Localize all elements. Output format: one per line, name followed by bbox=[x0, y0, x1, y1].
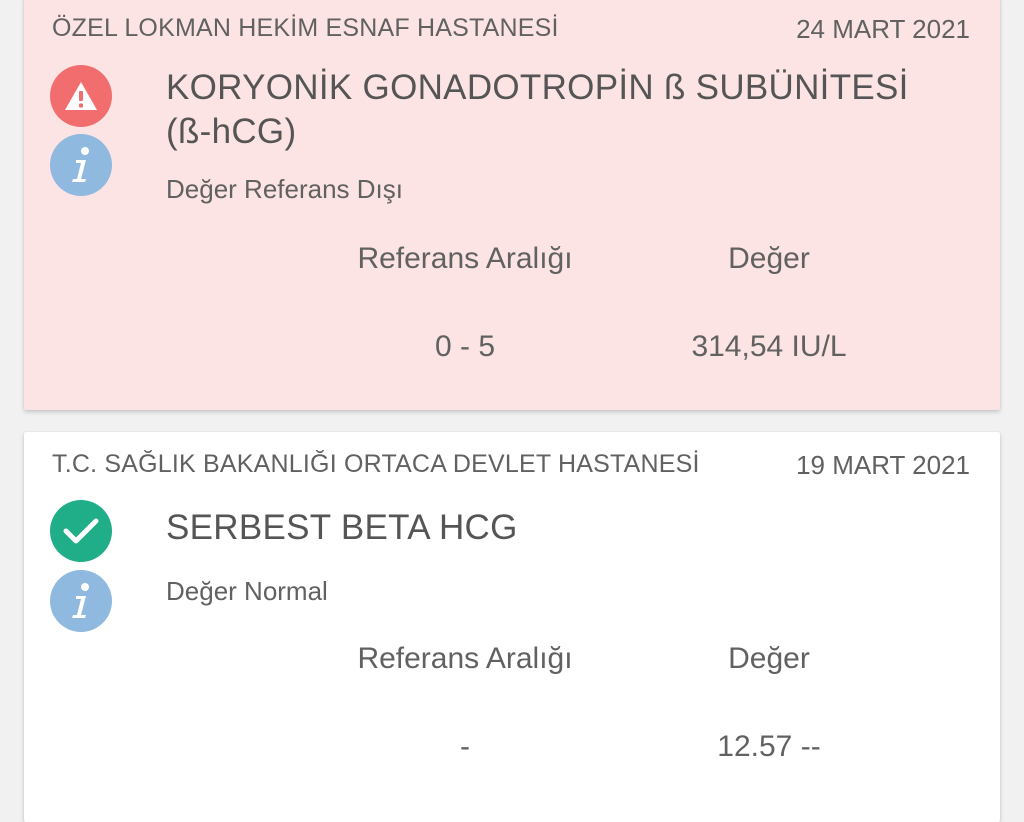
result-status: Değer Normal bbox=[166, 576, 328, 606]
value-header: Değer bbox=[728, 242, 810, 275]
info-icon[interactable] bbox=[50, 570, 112, 632]
result-card-out-of-range[interactable]: ÖZEL LOKMAN HEKİM ESNAF HASTANESİ 24 MAR… bbox=[24, 0, 1000, 410]
check-icon bbox=[50, 500, 112, 562]
reference-range-header: Referans Aralığı bbox=[357, 242, 573, 275]
result-card-normal[interactable]: T.C. SAĞLIK BAKANLIĞI ORTACA DEVLET HAST… bbox=[24, 432, 1000, 822]
result-date: 24 MART 2021 bbox=[796, 14, 970, 44]
value-header: Değer bbox=[728, 642, 810, 675]
hospital-name: ÖZEL LOKMAN HEKİM ESNAF HASTANESİ bbox=[52, 14, 559, 42]
test-name: KORYONİK GONADOTROPİN ß SUBÜNİTESİ (ß-hC… bbox=[166, 68, 909, 151]
warning-icon bbox=[50, 65, 112, 127]
result-date: 19 MART 2021 bbox=[796, 450, 970, 480]
result-value: 12.57 -- bbox=[717, 730, 821, 763]
result-value: 314,54 IU/L bbox=[691, 330, 847, 363]
test-name: SERBEST BETA HCG bbox=[166, 508, 518, 547]
hospital-name: T.C. SAĞLIK BAKANLIĞI ORTACA DEVLET HAST… bbox=[52, 450, 700, 478]
info-icon[interactable] bbox=[50, 134, 112, 196]
result-status: Değer Referans Dışı bbox=[166, 174, 403, 204]
reference-range-header: Referans Aralığı bbox=[357, 642, 573, 675]
reference-range-value: - bbox=[460, 730, 470, 763]
reference-range-value: 0 - 5 bbox=[434, 330, 496, 363]
